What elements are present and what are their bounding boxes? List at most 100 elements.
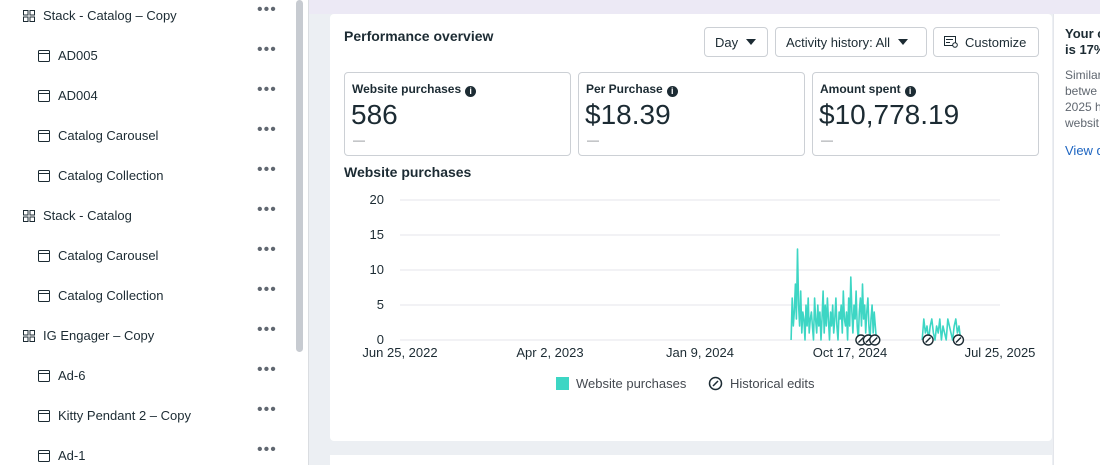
ad-row[interactable]: Ad-1 •••: [0, 436, 290, 465]
purchases-chart[interactable]: 05101520Jun 25, 2022 Apr 2, 2023 Jan 9, 20…: [330, 190, 1052, 370]
next-card: [330, 455, 1052, 465]
main-area: Performance overview Day Activity histor…: [309, 0, 1100, 465]
row-label: Catalog Collection: [58, 288, 164, 303]
metric-value: $10,778.19: [819, 99, 960, 130]
ad-row[interactable]: Kitty Pendant 2 – Copy •••: [0, 396, 290, 436]
row-label: Ad-6: [58, 368, 86, 383]
metric-card-website-purchases[interactable]: Website purchases i 586 —: [344, 72, 571, 156]
ad-row[interactable]: Catalog Collection •••: [0, 156, 290, 196]
historical-edit-icon: [708, 376, 723, 391]
more-options-icon[interactable]: •••: [257, 361, 277, 379]
x-tick-label: Apr 2, 2023: [516, 345, 583, 360]
ad-set-grid-icon: [23, 210, 35, 222]
more-options-icon[interactable]: •••: [257, 321, 277, 339]
metric-label: Website purchases: [352, 82, 462, 96]
sidebar: Stack - Catalog – Copy ••• AD005 ••• AD004 ••…: [0, 0, 309, 465]
row-label: Catalog Carousel: [58, 248, 159, 263]
metric-value: $18.39: [585, 99, 671, 130]
chevron-down-icon: [746, 39, 757, 45]
ad-window-icon: [38, 90, 50, 102]
metric-comparison: —: [587, 133, 599, 147]
chevron-down-icon: [898, 39, 909, 45]
ad-window-icon: [38, 370, 50, 382]
chart-title: Website purchases: [344, 164, 472, 180]
ad-row[interactable]: AD004 •••: [0, 76, 290, 116]
ad-window-icon: [38, 450, 50, 462]
row-label: Stack - Catalog: [43, 208, 132, 223]
more-options-icon[interactable]: •••: [257, 201, 277, 219]
row-label: IG Engager – Copy: [43, 328, 155, 343]
more-options-icon[interactable]: •••: [257, 281, 277, 299]
ad-row[interactable]: Catalog Carousel •••: [0, 116, 290, 156]
insight-panel: Your c is 17% Similar betwe 2025 h websi…: [1053, 14, 1100, 465]
more-options-icon[interactable]: •••: [257, 401, 277, 419]
metric-label-row: Amount spent i: [820, 82, 916, 97]
more-options-icon[interactable]: •••: [257, 441, 277, 459]
ad-row[interactable]: Catalog Carousel •••: [0, 236, 290, 276]
legend-historical-edits[interactable]: Historical edits: [708, 376, 815, 391]
ad-row[interactable]: Ad-6 •••: [0, 356, 290, 396]
info-icon[interactable]: i: [465, 86, 477, 97]
metric-label: Per Purchase: [586, 82, 663, 96]
row-label: Stack - Catalog – Copy: [43, 8, 177, 23]
y-tick-label: 20: [370, 192, 384, 207]
ad-row[interactable]: AD005 •••: [0, 36, 290, 76]
metric-value: 586: [351, 99, 398, 130]
info-icon[interactable]: i: [666, 86, 678, 97]
legend-website-purchases[interactable]: Website purchases: [556, 376, 686, 391]
row-label: Catalog Carousel: [58, 128, 159, 143]
y-tick-label: 5: [377, 297, 384, 312]
insight-text-line2: betwe: [1065, 84, 1098, 98]
ad-set-row[interactable]: Stack - Catalog – Copy •••: [0, 0, 290, 36]
more-options-icon[interactable]: •••: [257, 121, 277, 139]
row-label: AD005: [58, 48, 98, 63]
insight-text-line3: 2025 h: [1065, 100, 1100, 114]
ad-window-icon: [38, 250, 50, 262]
ad-row[interactable]: Catalog Collection •••: [0, 276, 290, 316]
insight-heading-line1: Your c: [1065, 26, 1100, 41]
more-options-icon[interactable]: •••: [257, 41, 277, 59]
view-details-link[interactable]: View d: [1065, 143, 1100, 158]
ad-set-row[interactable]: Stack - Catalog •••: [0, 196, 290, 236]
ad-window-icon: [38, 50, 50, 62]
series-line-website-purchases: [790, 248, 878, 341]
more-options-icon[interactable]: •••: [257, 161, 277, 179]
row-label: Ad-1: [58, 448, 86, 463]
row-label: Kitty Pendant 2 – Copy: [58, 408, 191, 423]
ad-set-row[interactable]: IG Engager – Copy •••: [0, 316, 290, 356]
performance-overview-card: Performance overview Day Activity histor…: [330, 14, 1052, 441]
ad-window-icon: [38, 170, 50, 182]
top-banner-strip: [309, 0, 1100, 14]
customize-label: Customize: [965, 34, 1027, 50]
ad-set-grid-icon: [23, 330, 35, 342]
card-title: Performance overview: [344, 28, 494, 44]
info-icon[interactable]: i: [904, 86, 916, 97]
row-label: AD004: [58, 88, 98, 103]
activity-history-label: Activity history: All: [786, 34, 891, 50]
more-options-icon[interactable]: •••: [257, 1, 277, 19]
legend-swatch: [556, 377, 569, 390]
ad-set-grid-icon: [23, 10, 35, 22]
metric-label-row: Website purchases i: [352, 82, 477, 97]
day-dropdown[interactable]: Day: [704, 27, 768, 57]
customize-button[interactable]: Customize: [933, 27, 1039, 57]
activity-history-dropdown[interactable]: Activity history: All: [775, 27, 927, 57]
metric-comparison: —: [353, 133, 365, 147]
ad-window-icon: [38, 290, 50, 302]
metric-label-row: Per Purchase i: [586, 82, 678, 97]
row-label: Catalog Collection: [58, 168, 164, 183]
metric-card-amount-spent[interactable]: Amount spent i $10,778.19 —: [812, 72, 1039, 156]
insight-text-line1: Similar: [1065, 68, 1100, 82]
x-tick-label: Jun 25, 2022: [362, 345, 437, 360]
insight-text-line4: websit: [1065, 116, 1100, 130]
more-options-icon[interactable]: •••: [257, 81, 277, 99]
x-tick-label: Jul 25, 2025: [965, 345, 1036, 360]
day-dropdown-label: Day: [715, 34, 739, 50]
insight-heading-line2: is 17%: [1065, 42, 1100, 57]
more-options-icon[interactable]: •••: [257, 241, 277, 259]
x-tick-label: Oct 17, 2024: [813, 345, 887, 360]
sidebar-scrollbar[interactable]: [296, 0, 303, 352]
legend-label: Historical edits: [730, 376, 815, 391]
metric-card-per-purchase[interactable]: Per Purchase i $18.39 —: [578, 72, 805, 156]
y-tick-label: 10: [370, 262, 384, 277]
